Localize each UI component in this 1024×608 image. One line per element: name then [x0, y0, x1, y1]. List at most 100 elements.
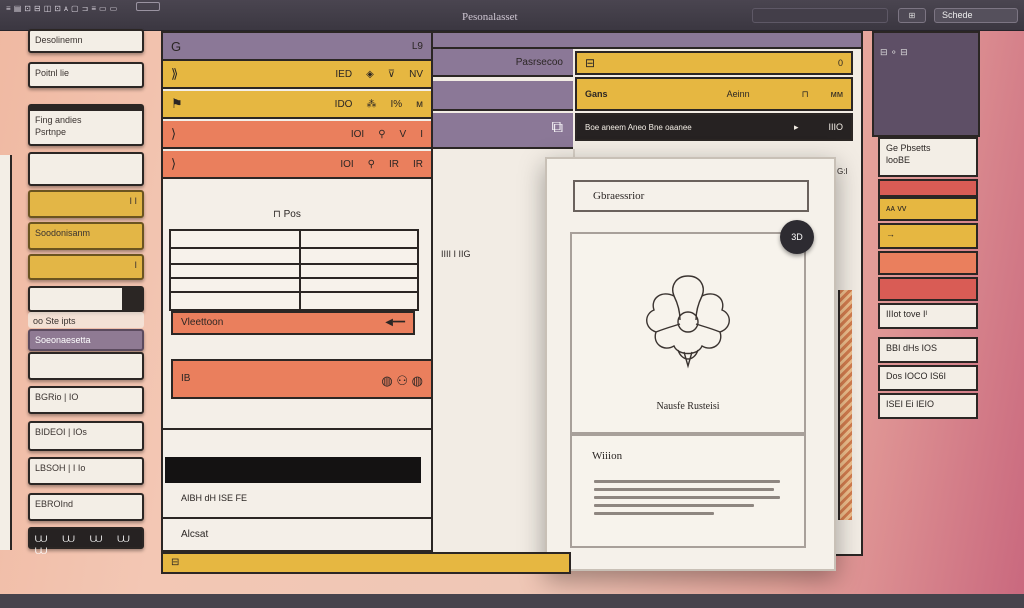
panel-header: G L9 [163, 33, 431, 61]
tray-icon: ⊓ [801, 88, 809, 99]
row-cell: IR [413, 158, 423, 170]
row-cell: ⚲ [367, 158, 375, 170]
list-item[interactable] [28, 152, 144, 186]
list-item[interactable] [878, 179, 978, 197]
list-item[interactable]: I I [28, 190, 144, 218]
list-item[interactable]: Fing andies Psrtnpe [28, 104, 144, 146]
flower-icon [646, 275, 730, 369]
text-line [594, 480, 780, 483]
back-icon[interactable]: G [171, 39, 181, 54]
tray-label: Gans [585, 89, 608, 99]
header-right-label: L9 [411, 40, 423, 52]
action-icons[interactable]: ◍ ⚇ ◍ [381, 373, 423, 389]
list-item[interactable] [878, 277, 978, 301]
scroll-track[interactable] [838, 290, 852, 520]
list-item[interactable]: BIDEOI | IOs [28, 421, 144, 451]
table-row[interactable]: ⟩ IOI ⚲ V I [163, 121, 431, 149]
close-button[interactable]: 3D [780, 220, 814, 254]
list-item[interactable]: ᴀᴀ ᴠᴠ [878, 197, 978, 221]
text-line [594, 512, 714, 515]
tray-value: Aeinn [726, 89, 750, 99]
divider [163, 517, 431, 519]
list-item[interactable]: Poitnl lie [28, 62, 144, 88]
list-title: Vleettoon [181, 317, 224, 328]
copy-icon: ⧉ [551, 119, 563, 136]
row-cell: V [399, 128, 407, 140]
tray-row[interactable]: Boe aneem Aneo Bne oaanee ▸ IIIO [575, 113, 853, 141]
title-bar: ≡ ▤ ⊡ ⊟ ◫ ⊡ ᴀ ▢ ⊐ ≡ ▭ ▭ Pesonalasset ⊞ S… [0, 0, 1024, 31]
list-item[interactable]: Dos IOCO IS6I [878, 365, 978, 391]
list-item[interactable]: IB ◍ ⚇ ◍ [171, 359, 433, 399]
list-item[interactable]: ISEI Ei IEIO [878, 393, 978, 419]
tray-row[interactable]: Gans Aeinn ⊓ ᴍᴍ [575, 77, 853, 111]
row-cell: IOI [340, 158, 354, 170]
menu-toggle-button[interactable] [136, 2, 160, 11]
section-tab[interactable]: ⊓ Pos [273, 209, 301, 220]
footer-text: AIBH dH ISE FE [181, 493, 248, 503]
row-cell: ⊽ [387, 68, 396, 80]
tray-row[interactable]: ⊟ 0 [575, 51, 853, 75]
list-item[interactable] [28, 286, 144, 312]
text-line [594, 504, 754, 507]
preview-caption: Nausfe Rusteisi [656, 401, 720, 412]
right-sidebar: ⊟ ⚬ ⊟ Ge Pbsetts looBE ᴀᴀ ᴠᴠ → IIIot tov… [872, 31, 980, 451]
tray-value: ᴍᴍ [830, 89, 843, 99]
row-cell: I [420, 128, 423, 140]
list-item[interactable]: IIIot tove Iᴵ [878, 303, 978, 329]
list-item[interactable]: oo Ste ipts [28, 312, 144, 328]
list-item[interactable]: Soodonisanm [28, 222, 144, 250]
tab-secondary[interactable] [433, 81, 573, 111]
row-cell: ⚲ [378, 128, 386, 140]
status-chip[interactable]: ⊟ [161, 552, 571, 574]
row-cell: I% [390, 98, 403, 110]
redacted-bar [165, 457, 421, 483]
menu-bar[interactable]: ≡ ▤ ⊡ ⊟ ◫ ⊡ ᴀ ▢ ⊐ ≡ ▭ ▭ [6, 4, 118, 13]
data-grid[interactable] [169, 229, 419, 311]
cursor-icon: ▸ [793, 121, 799, 132]
table-row[interactable]: ⟩ IOI ⚲ IR IR [163, 151, 431, 179]
list-item[interactable]: I [28, 254, 144, 280]
list-item[interactable]: Ge Pbsetts looBE [878, 137, 978, 177]
footer-label: Alcsat [181, 529, 209, 540]
list-item[interactable]: BGRio | IO [28, 386, 144, 414]
tray-text: Boe aneem Aneo Bne oaanee [585, 122, 692, 132]
side-text: IIII I IIG [441, 249, 471, 259]
sidebar-icons[interactable]: ⊟ ⚬ ⊟ [874, 33, 978, 71]
panel-header [433, 33, 861, 49]
description-card: Wiiion [570, 434, 806, 548]
main-panel: G L9 ⟫ IED ◈ ⊽ NV ⚑ IDO ⁂ I% ᴍ ⟩ IOI ⚲ V… [161, 31, 433, 552]
list-item[interactable]: Soeonaesetta [28, 329, 144, 351]
row-cell: IOI [350, 128, 365, 140]
divider [163, 428, 431, 430]
list-item[interactable] [878, 251, 978, 275]
list-item[interactable]: EBROInd [28, 493, 144, 521]
tray-panel: ⊟ 0 Gans Aeinn ⊓ ᴍᴍ Boe aneem Aneo Bne o… [575, 51, 855, 176]
list-item[interactable]: Desolinemn [28, 29, 144, 53]
list-item[interactable]: BBI dHs IOS [878, 337, 978, 363]
row-cell: IR [389, 158, 399, 170]
dialog-title: Gbraessrior [573, 180, 809, 212]
list-item[interactable]: Vleettoon ◀━━ [171, 311, 415, 335]
list-item[interactable]: ⩊ ⩊ ⩊ ⩊ ⩊ [28, 527, 144, 556]
address-field[interactable] [752, 8, 888, 23]
list-item[interactable] [28, 352, 144, 380]
text-line [594, 496, 780, 499]
detail-dialog: Gbraessrior Nausfe Rusteisi Wiiion [545, 157, 836, 571]
search-button[interactable]: Schede [934, 8, 1018, 23]
grid-line [171, 291, 417, 293]
table-row[interactable]: ⟫ IED ◈ ⊽ NV [163, 61, 431, 89]
tray-side-label: G:I [837, 167, 848, 176]
sidebar-header: ⊟ ⚬ ⊟ [872, 31, 980, 137]
arrow-left-icon[interactable]: ◀━━ [385, 317, 405, 328]
bottom-bar [0, 594, 1024, 608]
row-icon: ⚑ [171, 96, 183, 111]
tab-tertiary[interactable]: ⧉ [433, 113, 573, 149]
layout-button[interactable]: ⊞ [898, 8, 926, 23]
grid-line [171, 247, 417, 249]
list-item[interactable]: → [878, 223, 978, 249]
table-row[interactable]: ⚑ IDO ⁂ I% ᴍ [163, 91, 431, 119]
list-item[interactable]: LBSOH | I Io [28, 457, 144, 485]
row-cell: ◈ [366, 68, 374, 80]
tab-primary[interactable]: Pasrsecoo [433, 49, 573, 77]
row-icon: ⟫ [171, 66, 179, 81]
